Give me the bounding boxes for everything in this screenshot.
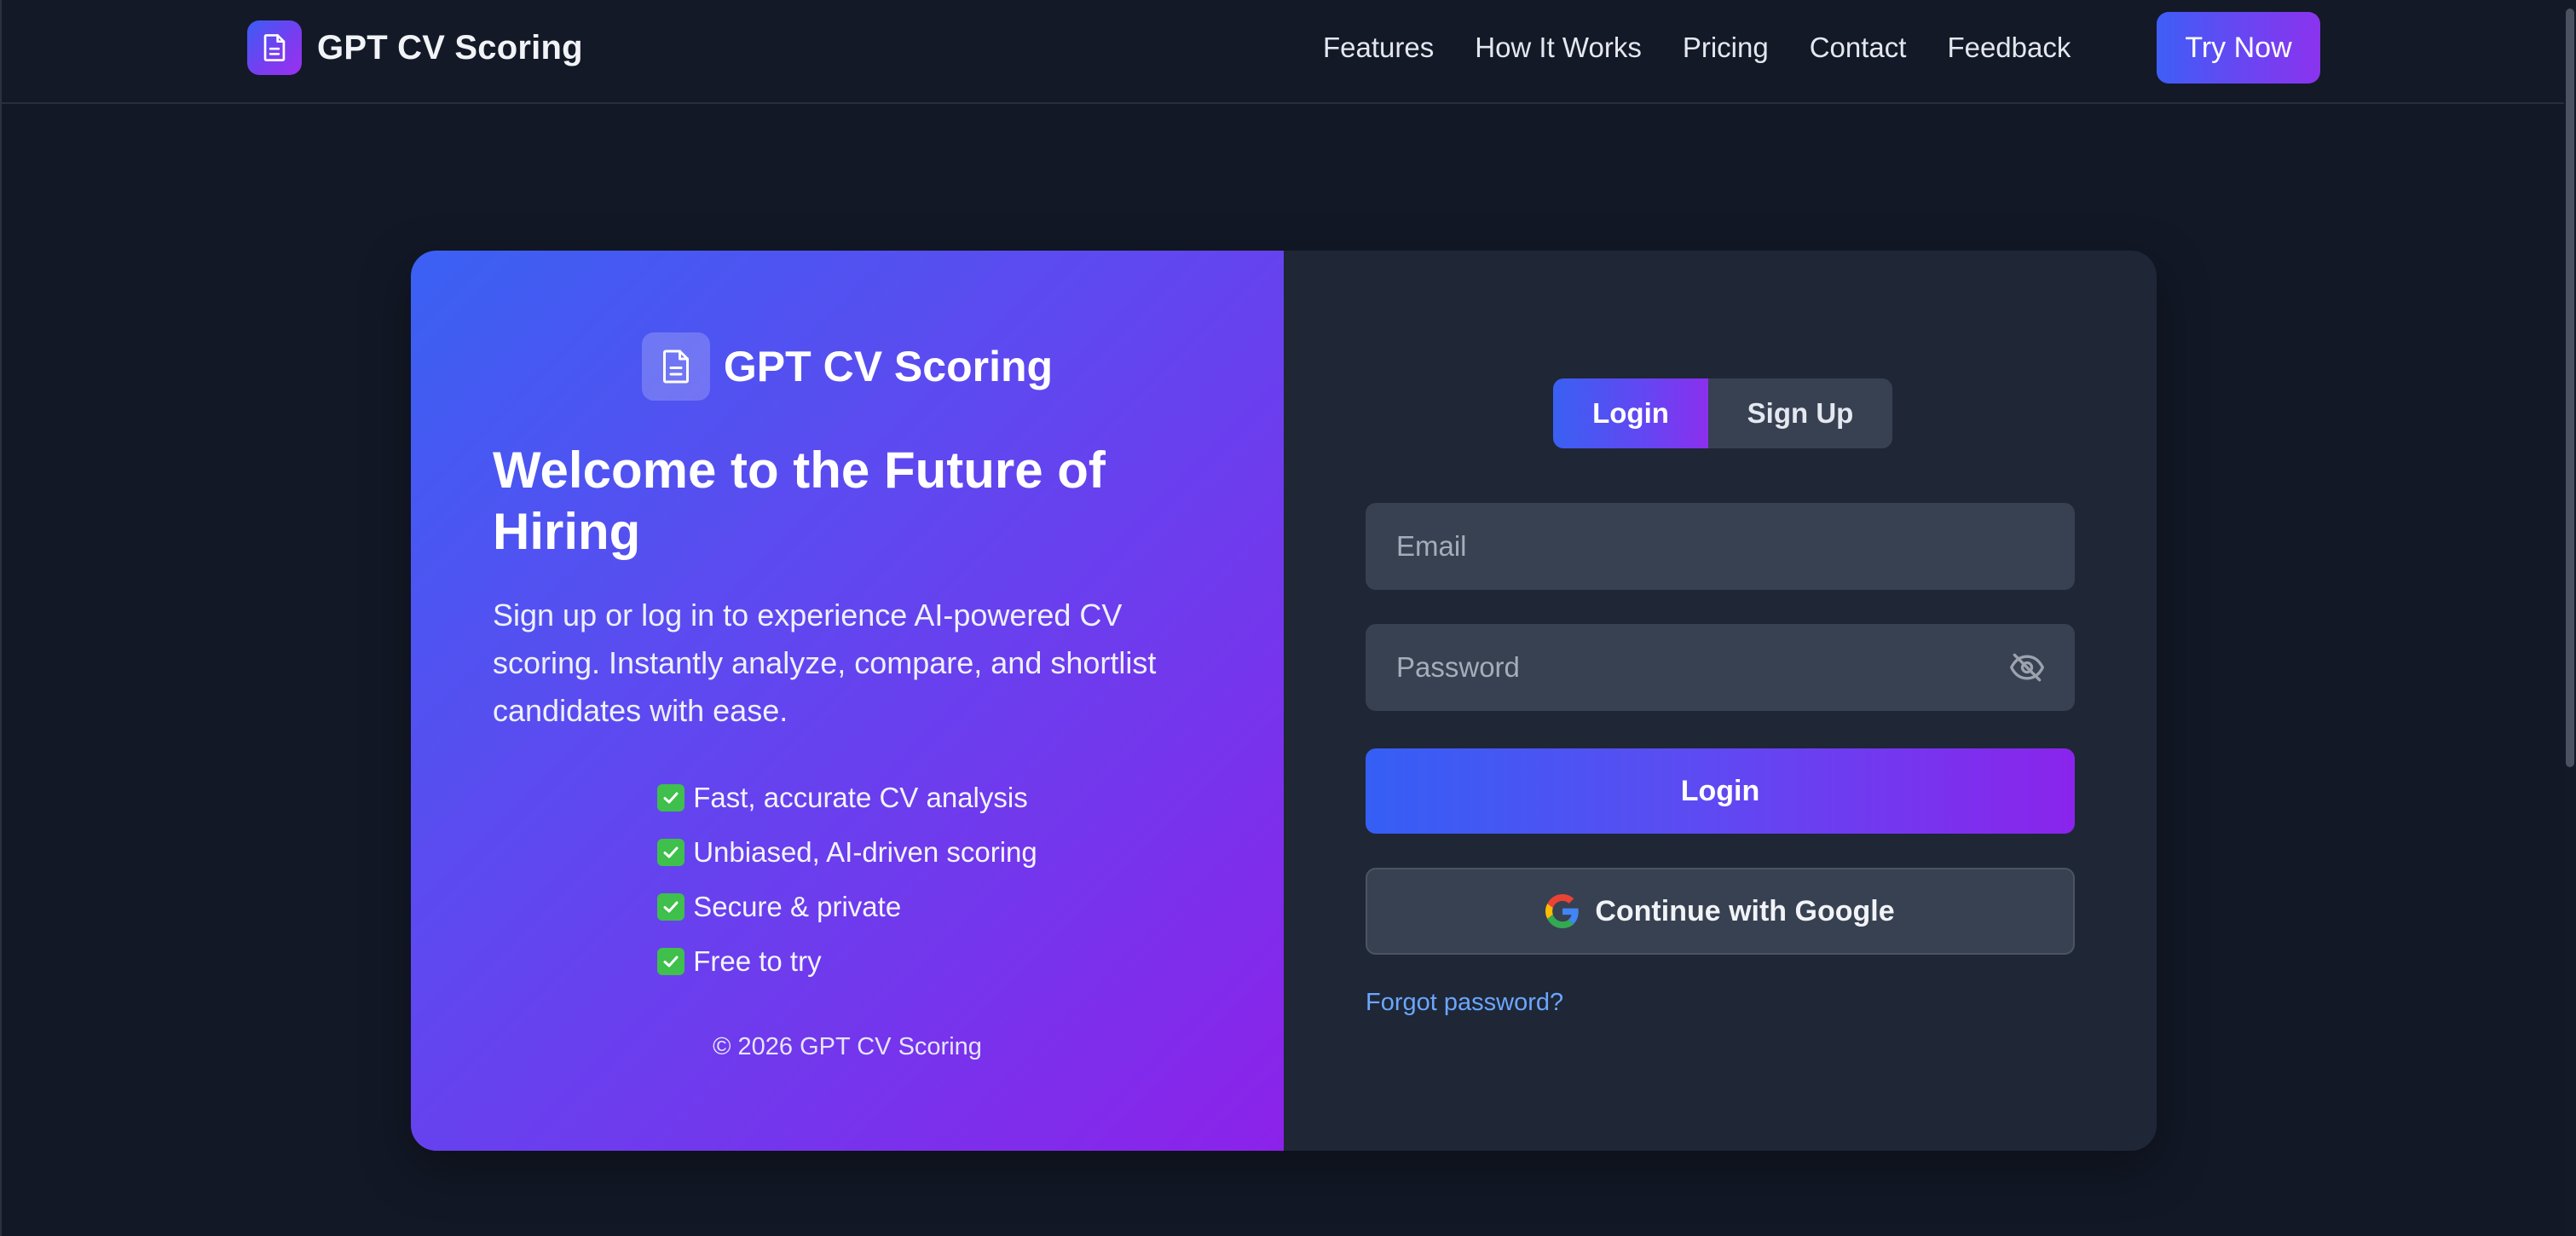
- email-input[interactable]: [1395, 529, 2046, 563]
- check-box-icon: [657, 948, 685, 975]
- email-field: [1366, 503, 2075, 590]
- feature-item: Free to try: [657, 934, 822, 989]
- welcome-description: Sign up or log in to experience AI-power…: [493, 598, 1157, 728]
- page-scrollbar[interactable]: [2564, 0, 2576, 1236]
- top-navbar: GPT CV Scoring Features How It Works Pri…: [2, 0, 2576, 104]
- brand-title: GPT CV Scoring: [317, 28, 583, 66]
- brand-logo[interactable]: GPT CV Scoring: [247, 20, 583, 75]
- auth-panel: Login Sign Up Login Continue with Google: [1284, 251, 2157, 1151]
- nav-link-feedback[interactable]: Feedback: [1947, 32, 2071, 64]
- check-box-icon: [657, 784, 685, 811]
- forgot-password-link[interactable]: Forgot password?: [1366, 989, 1563, 1017]
- feature-item: Fast, accurate CV analysis: [657, 771, 1028, 825]
- eye-off-icon[interactable]: [2008, 649, 2046, 686]
- check-box-icon: [657, 893, 685, 921]
- auth-tabs: Login Sign Up: [1553, 378, 1892, 448]
- nav-link-how-it-works[interactable]: How It Works: [1475, 32, 1642, 64]
- feature-label: Fast, accurate CV analysis: [693, 782, 1028, 813]
- google-signin-button[interactable]: Continue with Google: [1366, 868, 2075, 955]
- document-icon: [247, 20, 302, 75]
- welcome-heading: Welcome to the Future of Hiring: [493, 442, 1106, 560]
- login-button[interactable]: Login: [1366, 748, 2075, 834]
- password-field: [1366, 624, 2075, 711]
- welcome-brand-title: GPT CV Scoring: [723, 343, 1054, 390]
- welcome-panel: GPT CV Scoring Welcome to the Future of …: [411, 251, 1284, 1151]
- password-input[interactable]: [1395, 650, 2008, 684]
- scrollbar-thumb[interactable]: [2566, 9, 2574, 767]
- nav-link-contact[interactable]: Contact: [1810, 32, 1907, 64]
- google-icon: [1545, 894, 1580, 928]
- nav-link-features[interactable]: Features: [1323, 32, 1434, 64]
- feature-label: Unbiased, AI-driven scoring: [693, 836, 1037, 868]
- check-box-icon: [657, 839, 685, 866]
- try-now-button[interactable]: Try Now: [2157, 12, 2320, 84]
- feature-item: Unbiased, AI-driven scoring: [657, 825, 1037, 880]
- feature-list: Fast, accurate CV analysis Unbiased, AI-…: [411, 771, 1284, 989]
- auth-card: GPT CV Scoring Welcome to the Future of …: [411, 251, 2157, 1151]
- feature-label: Secure & private: [693, 891, 902, 922]
- feature-label: Free to try: [693, 945, 822, 977]
- main-nav: Features How It Works Pricing Contact Fe…: [1323, 0, 2111, 95]
- tab-sign-up[interactable]: Sign Up: [1708, 378, 1892, 448]
- feature-item: Secure & private: [657, 880, 901, 934]
- copyright-text: © 2026 GPT CV Scoring: [713, 1033, 982, 1060]
- welcome-brand: GPT CV Scoring: [411, 332, 1284, 401]
- document-icon: [641, 332, 710, 401]
- tab-login[interactable]: Login: [1553, 378, 1708, 448]
- google-button-label: Continue with Google: [1595, 894, 1895, 927]
- nav-link-pricing[interactable]: Pricing: [1683, 32, 1769, 64]
